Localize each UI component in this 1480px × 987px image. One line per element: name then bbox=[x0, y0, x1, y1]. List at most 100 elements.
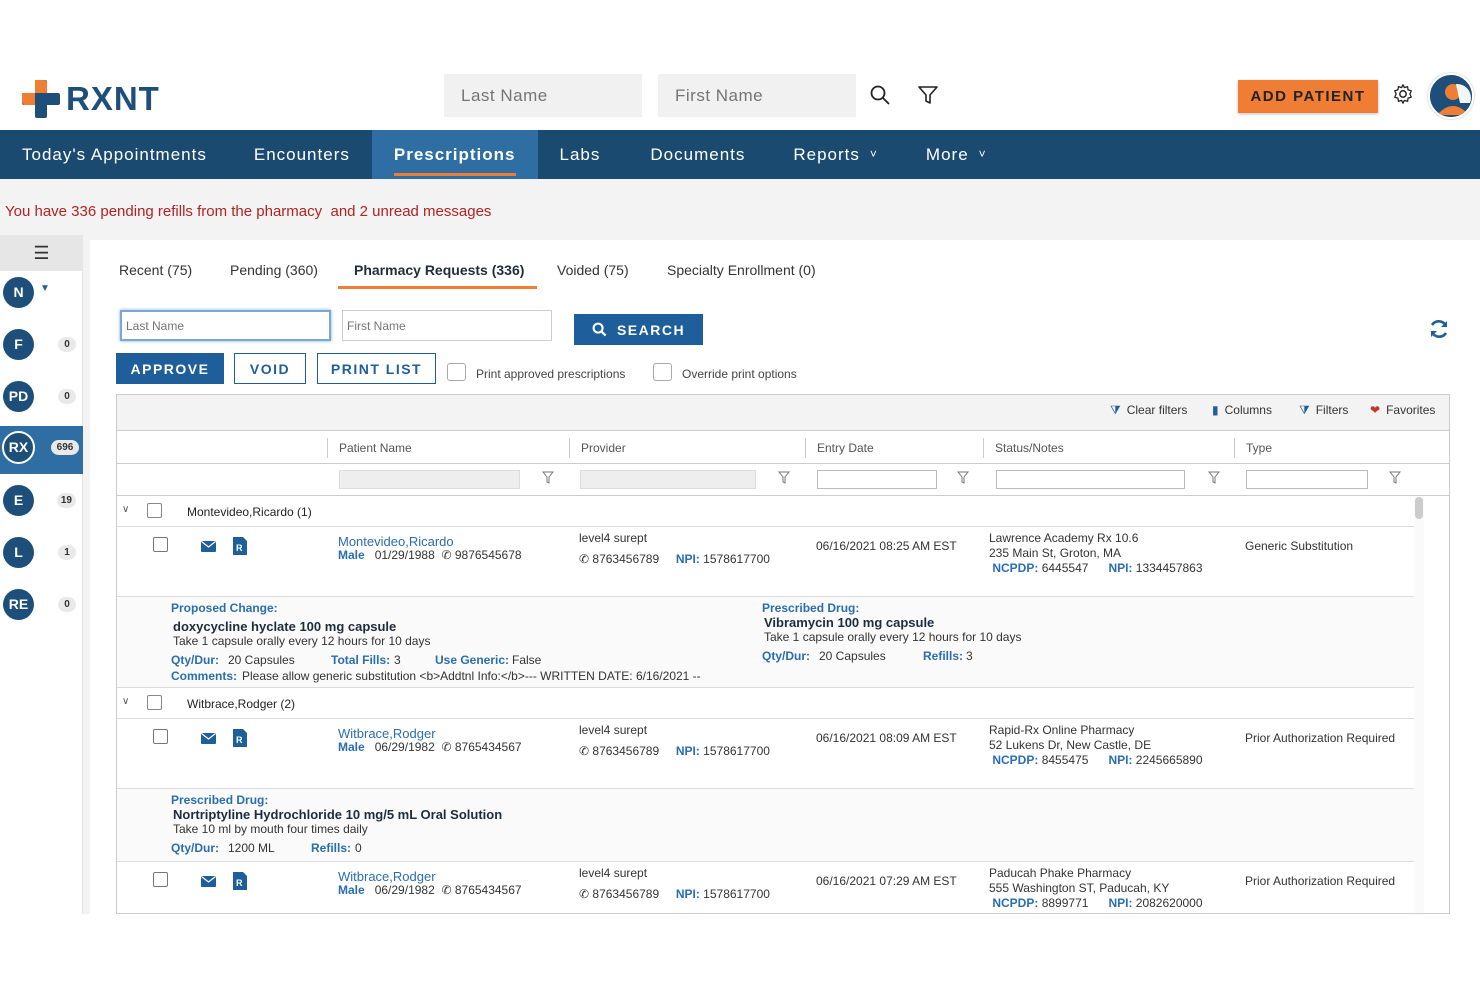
col-entry-date[interactable]: Entry Date bbox=[817, 441, 874, 455]
tab-voided[interactable]: Voided (75) bbox=[557, 262, 629, 278]
pharmacy-info: Paducah Phake Pharmacy 555 Washington ST… bbox=[989, 866, 1217, 911]
mail-icon[interactable] bbox=[201, 541, 216, 552]
nav-reports[interactable]: Reports ˅ bbox=[767, 130, 900, 179]
ncpdp-label: NCPDP: bbox=[992, 561, 1039, 575]
nav-labs[interactable]: Labs bbox=[538, 130, 623, 179]
logo-cross-icon bbox=[22, 80, 60, 118]
provider-column-filter[interactable] bbox=[580, 470, 756, 489]
refills: 3 bbox=[966, 649, 973, 663]
clear-filters-button[interactable]: ⧩ Clear filters bbox=[1110, 403, 1187, 418]
filter-icon[interactable] bbox=[957, 471, 969, 485]
print-approved-checkbox[interactable] bbox=[447, 363, 466, 381]
chevron-down-icon[interactable]: ∨ bbox=[122, 504, 129, 515]
group-checkbox[interactable] bbox=[147, 695, 162, 710]
user-avatar[interactable] bbox=[1428, 73, 1474, 119]
nav-more[interactable]: More ˅ bbox=[900, 130, 1009, 179]
sidebar-item-e[interactable]: E 19 bbox=[0, 479, 83, 527]
type-column-filter[interactable] bbox=[1246, 470, 1368, 489]
main-nav: Today's Appointments Encounters Prescrip… bbox=[0, 130, 1480, 179]
tab-specialty-enrollment[interactable]: Specialty Enrollment (0) bbox=[667, 262, 816, 278]
prescribed-sig: Take 10 ml by mouth four times daily bbox=[173, 822, 368, 836]
tab-pharmacy-requests[interactable]: Pharmacy Requests (336) bbox=[354, 262, 524, 278]
pharmacy-requests-grid: ⧩ Clear filters ▮ Columns ⧩ Filters ❤ Favori… bbox=[116, 394, 1450, 914]
qty-dur-label: Qty/Dur: bbox=[171, 653, 219, 667]
patient-name-link[interactable]: Witbrace,Rodger bbox=[338, 726, 436, 741]
proposed-change-label: Proposed Change: bbox=[171, 601, 278, 615]
patient-info: Male 06/29/1982 ✆ 8765434567 bbox=[338, 740, 522, 754]
columns-button[interactable]: ▮ Columns bbox=[1212, 403, 1272, 417]
print-list-button[interactable]: PRINT LIST bbox=[317, 353, 436, 384]
search-button[interactable]: SEARCH bbox=[574, 314, 703, 345]
favorites-button[interactable]: ❤ Favorites bbox=[1370, 403, 1435, 417]
prescription-detail: Proposed Change: doxycycline hyclate 100… bbox=[117, 597, 1414, 688]
filter-icon[interactable] bbox=[1208, 471, 1220, 485]
row-checkbox[interactable] bbox=[153, 537, 168, 552]
filters-button[interactable]: ⧩ Filters bbox=[1299, 403, 1348, 418]
col-type[interactable]: Type bbox=[1246, 441, 1272, 455]
svg-text:R: R bbox=[236, 543, 243, 553]
sidebar-item-l[interactable]: L 1 bbox=[0, 531, 83, 579]
table-row[interactable]: R Witbrace,Rodger Male 06/29/1982 ✆ 8765… bbox=[117, 862, 1414, 913]
patient-name-link[interactable]: Witbrace,Rodger bbox=[338, 869, 436, 884]
patient-gender: Male bbox=[338, 548, 365, 562]
search-icon[interactable] bbox=[869, 84, 891, 106]
patient-name-link[interactable]: Montevideo,Ricardo bbox=[338, 534, 454, 549]
sidebar-item-pd[interactable]: PD 0 bbox=[0, 375, 83, 423]
table-row[interactable]: R Montevideo,Ricardo Male 01/29/1988 ✆ 9… bbox=[117, 527, 1414, 597]
group-row[interactable]: ∨ Witbrace,Rodger (2) bbox=[117, 688, 1414, 719]
sidebar-item-re[interactable]: RE 0 bbox=[0, 583, 83, 631]
rx-document-icon[interactable]: R bbox=[233, 537, 247, 555]
nav-todays-appointments[interactable]: Today's Appointments bbox=[0, 130, 229, 179]
void-button[interactable]: VOID bbox=[234, 353, 306, 384]
search-icon bbox=[592, 322, 607, 336]
gear-icon[interactable] bbox=[1392, 83, 1414, 105]
rxnt-logo[interactable]: RXNT bbox=[22, 77, 160, 121]
sidebar: ☰ N ▼ F 0 PD 0 RX 696 E 19 L 1 RE 0 bbox=[0, 235, 83, 914]
nav-documents[interactable]: Documents bbox=[622, 130, 767, 179]
rx-document-icon[interactable]: R bbox=[233, 872, 247, 890]
mail-icon[interactable] bbox=[201, 876, 216, 887]
columns-label: Columns bbox=[1224, 403, 1272, 417]
sidebar-count-f: 0 bbox=[58, 337, 76, 352]
tab-recent[interactable]: Recent (75) bbox=[119, 262, 192, 278]
approve-button[interactable]: APPROVE bbox=[116, 353, 224, 384]
override-print-checkbox[interactable] bbox=[653, 363, 672, 381]
nav-encounters[interactable]: Encounters bbox=[229, 130, 372, 179]
grid-scrollbar[interactable] bbox=[1414, 496, 1424, 913]
sidebar-item-f[interactable]: F 0 bbox=[0, 323, 83, 371]
add-patient-button[interactable]: ADD PATIENT bbox=[1238, 80, 1378, 113]
filter-icon[interactable] bbox=[542, 471, 554, 485]
row-checkbox[interactable] bbox=[153, 729, 168, 744]
rx-document-icon[interactable]: R bbox=[233, 729, 247, 747]
header-last-name-input[interactable] bbox=[444, 74, 642, 117]
row-checkbox[interactable] bbox=[153, 872, 168, 887]
col-status-notes[interactable]: Status/Notes bbox=[995, 441, 1064, 455]
pharmacy-ncpdp: 8455475 bbox=[1041, 753, 1089, 767]
prescribed-drug: Nortriptyline Hydrochloride 10 mg/5 mL O… bbox=[173, 807, 503, 822]
sidebar-item-rx[interactable]: RX 696 bbox=[0, 426, 83, 474]
table-row[interactable]: R Witbrace,Rodger Male 06/29/1982 ✆ 8765… bbox=[117, 719, 1414, 789]
nav-prescriptions[interactable]: Prescriptions bbox=[371, 130, 538, 179]
sidebar-item-n[interactable]: N ▼ bbox=[0, 271, 83, 319]
filter-icon[interactable] bbox=[917, 84, 939, 106]
caret-down-icon[interactable]: ▼ bbox=[40, 283, 50, 294]
filter-icon[interactable] bbox=[1389, 471, 1401, 485]
patient-name-column-filter[interactable] bbox=[339, 470, 520, 489]
header-first-name-input[interactable] bbox=[658, 74, 856, 117]
hamburger-menu-icon[interactable]: ☰ bbox=[0, 235, 83, 271]
favorites-label: Favorites bbox=[1386, 403, 1436, 417]
entry-date-column-filter[interactable] bbox=[817, 470, 937, 489]
status-notes-column-filter[interactable] bbox=[996, 470, 1185, 489]
last-name-filter-input[interactable] bbox=[120, 310, 331, 341]
scrollbar-thumb[interactable] bbox=[1415, 497, 1423, 519]
filter-icon[interactable] bbox=[778, 471, 790, 485]
col-provider[interactable]: Provider bbox=[581, 441, 626, 455]
group-checkbox[interactable] bbox=[147, 503, 162, 518]
mail-icon[interactable] bbox=[201, 733, 216, 744]
first-name-filter-input[interactable] bbox=[342, 310, 552, 341]
refresh-icon[interactable] bbox=[1428, 318, 1450, 340]
group-row[interactable]: ∨ Montevideo,Ricardo (1) bbox=[117, 496, 1414, 527]
col-patient-name[interactable]: Patient Name bbox=[339, 441, 412, 455]
chevron-down-icon[interactable]: ∨ bbox=[122, 696, 129, 707]
tab-pending[interactable]: Pending (360) bbox=[230, 262, 318, 278]
